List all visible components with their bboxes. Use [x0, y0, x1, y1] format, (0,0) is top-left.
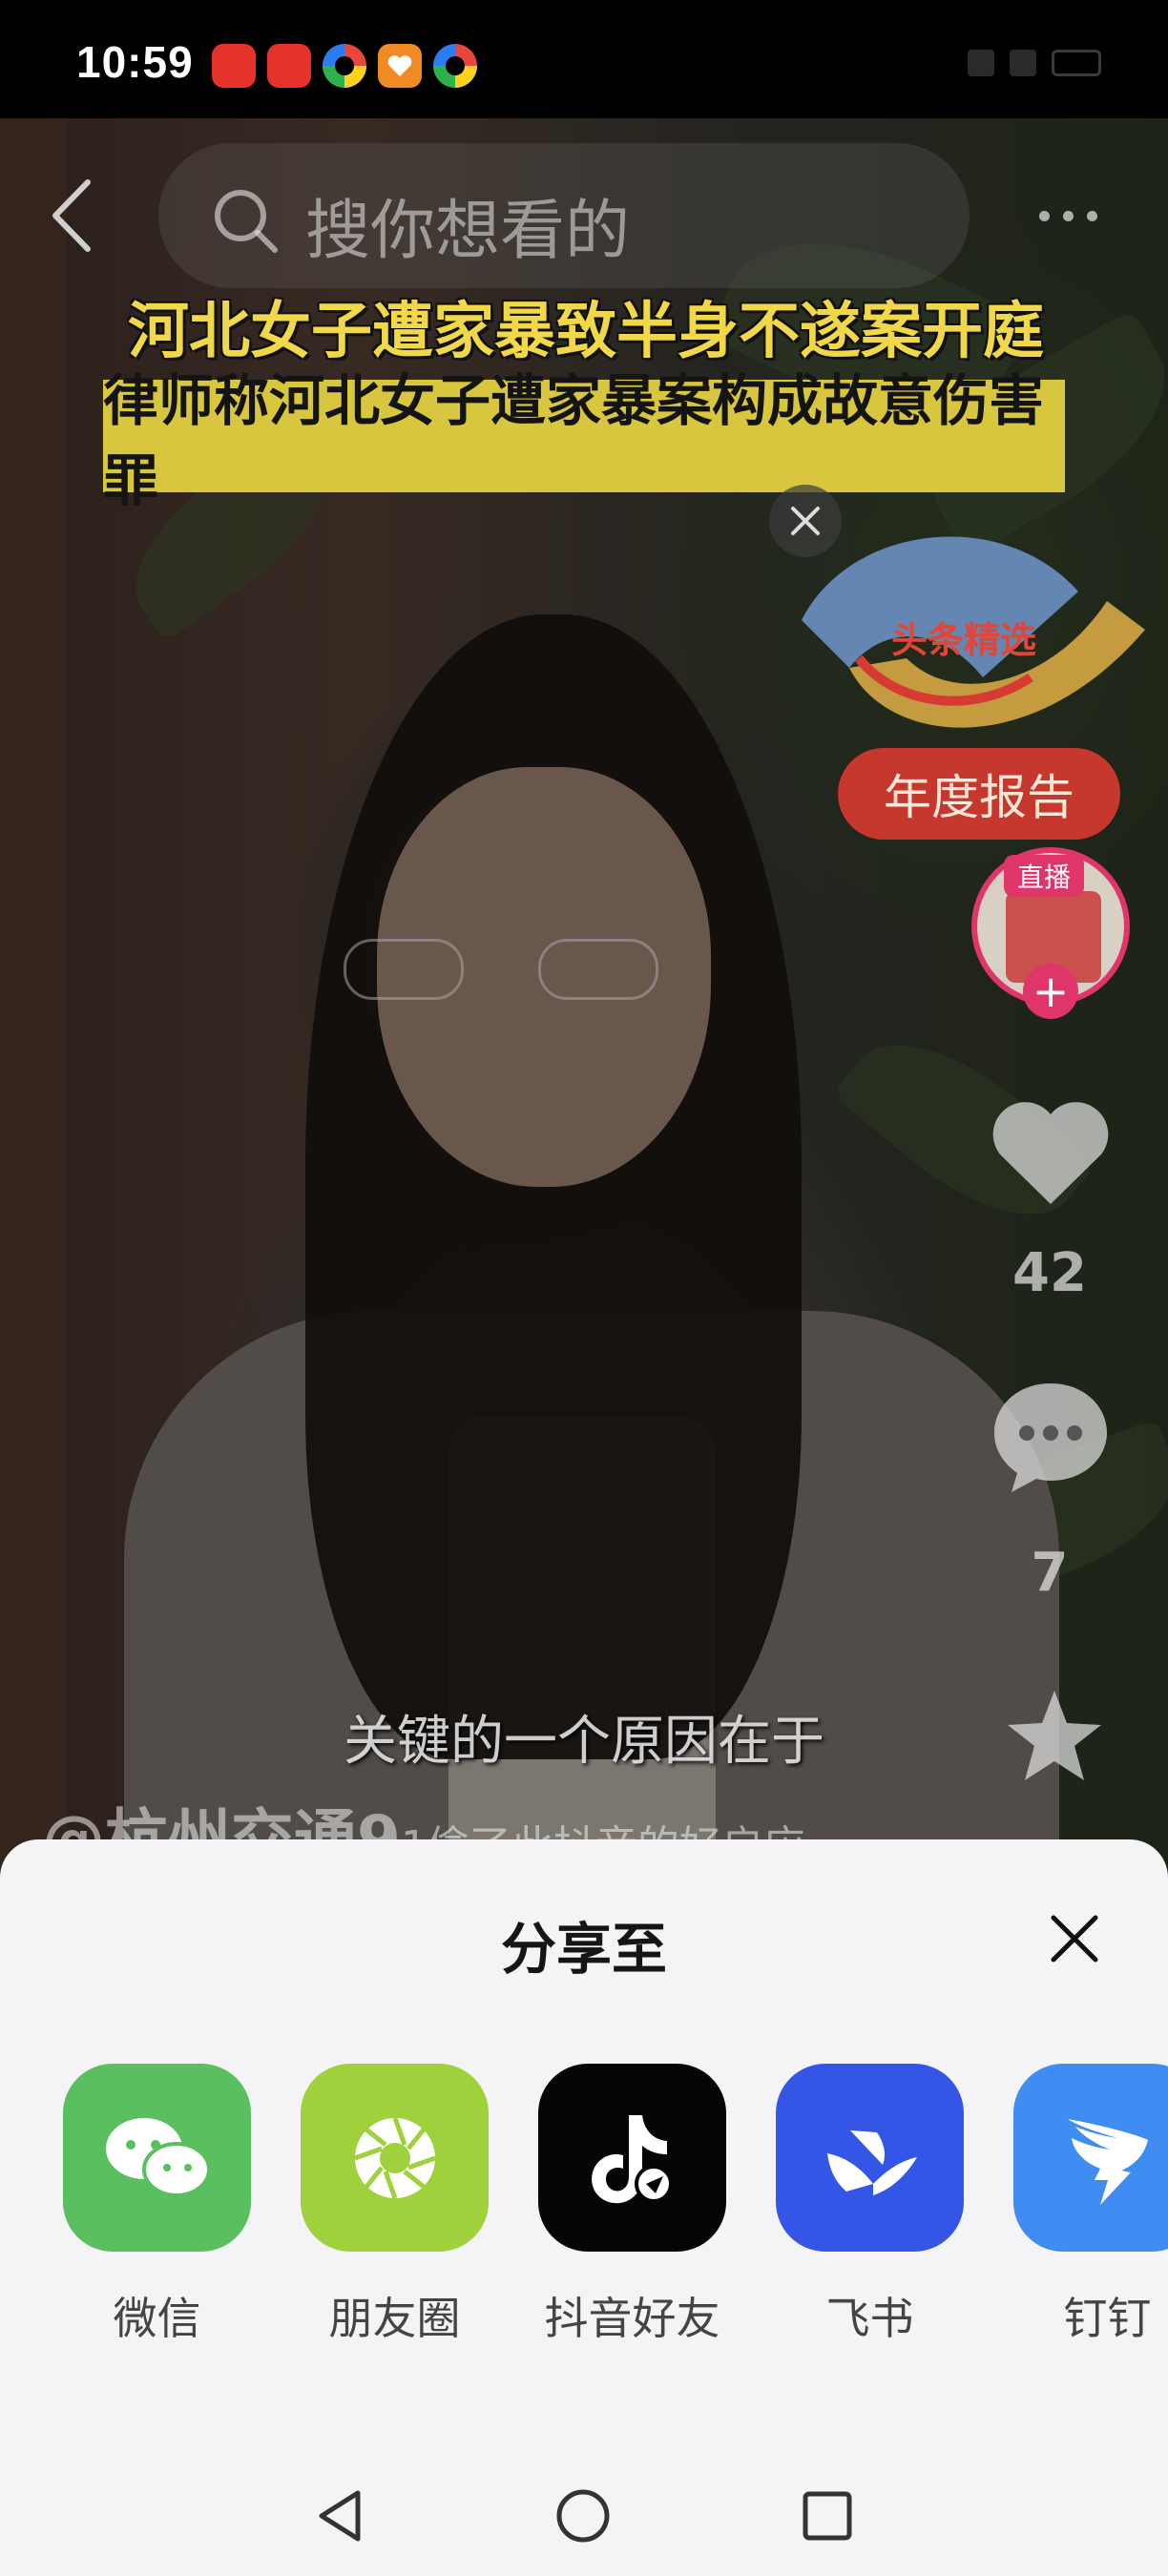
toutiao-app-icon: [267, 44, 311, 88]
dot-icon: [1062, 210, 1074, 221]
dot-icon: [1038, 210, 1050, 221]
douyin-icon[interactable]: [538, 2064, 726, 2252]
dot-icon: [1086, 210, 1097, 221]
star-icon[interactable]: [1002, 1685, 1107, 1790]
heart-app-icon: [378, 44, 422, 88]
share-label: 抖音好友: [544, 2293, 720, 2344]
swirl-app-icon: [433, 44, 477, 88]
feishu-icon[interactable]: [776, 2064, 964, 2252]
like-count: 42: [1012, 1242, 1087, 1304]
recents-icon: [803, 2491, 852, 2541]
back-button[interactable]: [38, 177, 105, 254]
ad-close-button[interactable]: [769, 485, 842, 557]
dingtalk-icon[interactable]: [1013, 2064, 1168, 2252]
comment-icon[interactable]: [989, 1374, 1113, 1498]
battery-icon: [1052, 50, 1101, 76]
share-label: 钉钉: [1063, 2293, 1152, 2344]
video-subheadline: 律师称河北女子遭家暴案构成故意伤害罪: [103, 368, 1065, 513]
search-placeholder[interactable]: 搜你想看的: [305, 177, 630, 272]
share-targets: 微信 朋友圈 抖音好友 飞书 钉钉: [63, 2064, 1168, 2347]
live-badge: 直播: [1004, 855, 1085, 897]
video-caption: 关键的一个原因在于: [344, 1711, 824, 1773]
annual-report-button[interactable]: 年度报告: [838, 748, 1120, 840]
heart-icon[interactable]: [989, 1097, 1113, 1212]
home-icon: [556, 2489, 610, 2543]
toutiao-app-icon: [212, 44, 256, 88]
close-icon: [791, 507, 820, 535]
moments-icon[interactable]: [301, 2064, 489, 2252]
share-label: 微信: [113, 2293, 201, 2344]
status-indicators: [968, 50, 1101, 76]
back-icon: [319, 2490, 361, 2542]
share-label: 朋友圈: [328, 2293, 461, 2344]
share-sheet-title: 分享至: [500, 1917, 667, 1982]
share-label: 飞书: [825, 2293, 914, 2344]
close-icon[interactable]: [1044, 1908, 1105, 1969]
signal-icon: [968, 50, 994, 76]
status-time: 10:59: [76, 37, 194, 87]
chevron-left-icon: [52, 179, 91, 252]
system-navbar: [0, 2442, 1168, 2576]
comment-count: 7: [1031, 1542, 1069, 1604]
share-feishu[interactable]: 飞书: [776, 2064, 964, 2347]
nav-home-button[interactable]: [550, 2483, 616, 2549]
nav-back-button[interactable]: [307, 2483, 374, 2549]
more-options-button[interactable]: [1025, 187, 1111, 244]
wechat-icon[interactable]: [63, 2064, 251, 2252]
notification-icons: [212, 44, 477, 88]
share-moments[interactable]: 朋友圈: [301, 2064, 489, 2347]
ad-label: 头条精选: [891, 619, 1037, 661]
share-douyin-friend[interactable]: 抖音好友: [538, 2064, 726, 2347]
search-icon: [215, 190, 278, 253]
follow-button[interactable]: +: [1023, 964, 1078, 1019]
share-wechat[interactable]: 微信: [63, 2064, 251, 2347]
wifi-icon: [1010, 50, 1036, 76]
swirl-app-icon: [323, 44, 366, 88]
status-bar: 10:59: [0, 0, 1168, 118]
share-dingtalk[interactable]: 钉钉: [1013, 2064, 1168, 2347]
nav-recents-button[interactable]: [794, 2483, 861, 2549]
